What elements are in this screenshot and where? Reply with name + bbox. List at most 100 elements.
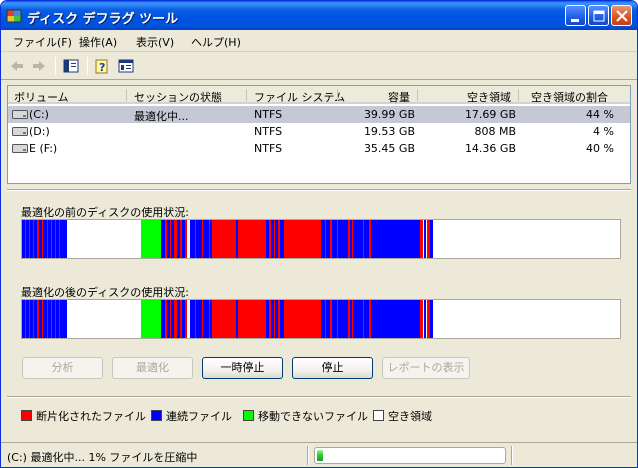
cluster-segment: [180, 220, 182, 258]
cluster-segment: [170, 220, 171, 258]
column-divider[interactable]: [246, 89, 247, 101]
legend-unmovable-label: 移動できないファイル: [258, 410, 368, 423]
cluster-segment: [284, 300, 321, 338]
defragment-button[interactable]: 最適化: [112, 357, 193, 379]
maximize-icon: [593, 10, 605, 22]
cluster-segment: [284, 220, 321, 258]
column-session-status[interactable]: セッションの状態: [134, 89, 222, 105]
title-bar[interactable]: ディスク デフラグ ツール: [1, 1, 637, 30]
cluster-segment: [209, 220, 210, 258]
status-bar: (C:) 最適化中... 1% ファイルを圧縮中: [1, 442, 637, 467]
panel-divider: [7, 189, 631, 191]
cluster-segment: [363, 300, 364, 338]
console-tree-icon[interactable]: [61, 57, 81, 75]
free-percent: 4 %: [593, 125, 614, 138]
column-divider[interactable]: [126, 89, 127, 101]
cluster-segment: [47, 300, 48, 338]
after-disk-map: [21, 299, 621, 339]
capacity: 35.45 GB: [363, 142, 415, 155]
legend: 断片化されたファイル 連続ファイル 移動できないファイル 空き領域: [21, 408, 621, 424]
cluster-segment: [424, 220, 426, 258]
cluster-segment: [352, 300, 353, 338]
status-separator: [511, 446, 513, 465]
menu-action[interactable]: 操作(A): [79, 34, 117, 50]
volume-name: (C:): [29, 108, 49, 121]
volume-row-d[interactable]: (D:) NTFS 19.53 GB 808 MB 4 %: [8, 123, 630, 140]
cluster-segment: [430, 300, 433, 338]
cluster-segment: [278, 220, 280, 258]
column-free-space[interactable]: 空き領域: [467, 89, 511, 105]
cluster-segment: [33, 220, 34, 258]
column-divider[interactable]: [337, 89, 338, 101]
cluster-segment: [236, 220, 238, 258]
forward-arrow-icon[interactable]: [29, 57, 49, 75]
drive-icon: [12, 127, 28, 136]
cluster-segment: [42, 220, 43, 258]
cluster-segment: [202, 220, 203, 258]
cluster-segment: [330, 300, 332, 338]
cluster-segment: [269, 300, 271, 338]
cluster-segment: [274, 300, 275, 338]
menu-view[interactable]: 表示(V): [136, 34, 174, 50]
drive-icon: [12, 110, 28, 119]
properties-icon[interactable]: [116, 57, 136, 75]
help-icon[interactable]: ?: [93, 57, 113, 75]
progress-bar: [314, 447, 506, 464]
defrag-app-icon: [6, 9, 22, 23]
toolbar-separator: [87, 57, 88, 75]
cluster-segment: [25, 220, 26, 258]
cluster-segment: [369, 300, 371, 338]
cluster-segment: [170, 300, 171, 338]
cluster-segment: [209, 300, 210, 338]
cluster-segment: [325, 220, 326, 258]
cluster-segment: [337, 220, 338, 258]
volume-list[interactable]: ボリューム セッションの状態 ファイル システム 容量 空き領域 空き領域の割合…: [7, 85, 631, 184]
before-disk-map: [21, 219, 621, 259]
after-label: 最適化の後のディスクの使用状況:: [21, 286, 189, 299]
maximize-button[interactable]: [588, 5, 609, 26]
column-divider[interactable]: [518, 89, 519, 101]
volume-row-f[interactable]: E (F:) NTFS 35.45 GB 14.36 GB 40 %: [8, 140, 630, 157]
cluster-segment: [424, 300, 426, 338]
contiguous-swatch: [151, 410, 162, 421]
cluster-segment: [141, 300, 161, 338]
menu-help[interactable]: ヘルプ(H): [191, 34, 241, 50]
close-button[interactable]: [611, 5, 632, 26]
column-divider[interactable]: [417, 89, 418, 101]
cluster-segment: [29, 220, 30, 258]
minimize-icon: [571, 19, 579, 22]
cluster-segment: [25, 300, 26, 338]
volume-list-header: ボリューム セッションの状態 ファイル システム 容量 空き領域 空き領域の割合: [8, 86, 630, 104]
pause-button[interactable]: 一時停止: [202, 357, 283, 379]
column-free-percent[interactable]: 空き領域の割合: [531, 89, 608, 105]
legend-free-label: 空き領域: [388, 410, 432, 423]
minimize-button[interactable]: [565, 5, 586, 26]
free-space: 17.69 GB: [464, 108, 516, 121]
volume-row-c[interactable]: (C:) 最適化中... NTFS 39.99 GB 17.69 GB 44 %: [8, 106, 630, 123]
free-swatch: [373, 410, 384, 421]
cluster-segment: [348, 300, 350, 338]
cluster-segment: [352, 220, 353, 258]
menu-file[interactable]: ファイル(F): [13, 34, 72, 50]
view-report-button[interactable]: レポートの表示: [382, 357, 470, 379]
cluster-segment: [51, 220, 52, 258]
cluster-segment: [33, 300, 34, 338]
cluster-segment: [185, 220, 187, 258]
stop-button[interactable]: 停止: [292, 357, 373, 379]
cluster-segment: [376, 220, 420, 258]
cluster-segment: [174, 220, 177, 258]
cluster-segment: [165, 220, 167, 258]
volume-name: (D:): [29, 125, 50, 138]
free-space: 14.36 GB: [464, 142, 516, 155]
column-file-system[interactable]: ファイル システム: [254, 89, 345, 105]
free-percent: 44 %: [586, 108, 614, 121]
free-percent: 40 %: [586, 142, 614, 155]
cluster-segment: [376, 300, 420, 338]
column-capacity[interactable]: 容量: [388, 89, 410, 105]
window-title: ディスク デフラグ ツール: [27, 12, 179, 27]
column-volume[interactable]: ボリューム: [14, 89, 69, 105]
back-arrow-icon[interactable]: [7, 57, 27, 75]
cluster-segment: [180, 300, 182, 338]
cluster-segment: [330, 220, 332, 258]
analyze-button[interactable]: 分析: [22, 357, 103, 379]
